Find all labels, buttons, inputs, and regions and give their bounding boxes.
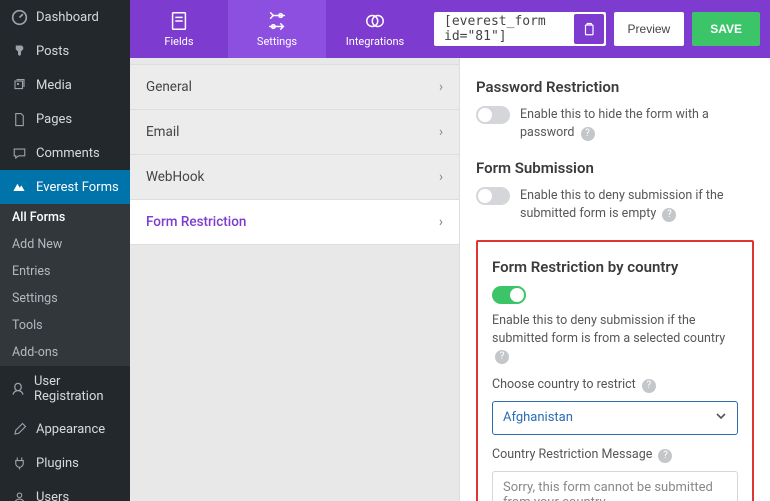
settings-nav-webhook[interactable]: WebHook › [130, 154, 459, 200]
fields-icon [168, 10, 190, 32]
sidebar-label: Comments [36, 146, 100, 161]
comment-icon [10, 144, 28, 162]
submenu-all-forms[interactable]: All Forms [0, 204, 130, 231]
media-icon [10, 76, 28, 94]
sidebar-label: Plugins [36, 456, 79, 471]
tab-label: Integrations [346, 35, 404, 48]
password-restriction-title: Password Restriction [476, 78, 754, 96]
everest-icon [10, 178, 28, 196]
save-button[interactable]: SAVE [692, 12, 760, 46]
page-icon [10, 110, 28, 128]
shortcode-display[interactable]: [everest_form id="81"] [434, 12, 606, 46]
builder-topbar: Fields Settings Integrations [everest_fo… [130, 0, 770, 58]
sidebar-item-users[interactable]: Users [0, 480, 130, 501]
help-icon[interactable]: ? [642, 379, 656, 393]
country-message-label: Country Restriction Message [492, 447, 652, 462]
tab-label: Settings [257, 35, 297, 48]
brush-icon [10, 420, 28, 438]
user-icon [10, 488, 28, 501]
help-icon[interactable]: ? [581, 127, 595, 141]
settings-nav-label: General [146, 79, 192, 95]
country-restriction-desc: Enable this to deny submission if the su… [492, 313, 725, 346]
country-select-label: Choose country to restrict [492, 377, 636, 392]
settings-icon [266, 10, 288, 32]
help-icon[interactable]: ? [662, 208, 676, 222]
sidebar-item-user-registration[interactable]: User Registration [0, 366, 130, 412]
submenu-addons[interactable]: Add-ons [0, 339, 130, 366]
country-select-value: Afghanistan [503, 410, 573, 425]
settings-nav-email[interactable]: Email › [130, 109, 459, 155]
help-icon[interactable]: ? [658, 449, 672, 463]
chevron-down-icon [715, 410, 727, 426]
country-select[interactable]: Afghanistan [492, 401, 738, 435]
settings-subnav: General › Email › WebHook › Form Restrictio… [130, 58, 460, 501]
sidebar-submenu: All Forms Add New Entries Settings Tools… [0, 204, 130, 366]
form-restriction-country-section: Form Restriction by country Enable this … [476, 240, 754, 501]
sidebar-label: Everest Forms [36, 180, 119, 195]
help-icon[interactable]: ? [495, 350, 509, 364]
sidebar-label: Dashboard [36, 10, 99, 25]
form-submission-title: Form Submission [476, 159, 754, 177]
sidebar-item-pages[interactable]: Pages [0, 102, 130, 136]
settings-nav-label: Form Restriction [146, 214, 246, 230]
sidebar-item-everest-forms[interactable]: Everest Forms [0, 170, 130, 204]
sidebar-label: Appearance [36, 422, 105, 437]
settings-nav-form-restriction[interactable]: Form Restriction › [130, 199, 459, 245]
tab-integrations[interactable]: Integrations [326, 0, 424, 58]
wp-admin-sidebar: Dashboard Posts Media Pages Comments Eve… [0, 0, 130, 501]
form-submission-desc: Enable this to deny submission if the su… [520, 188, 723, 221]
sidebar-item-plugins[interactable]: Plugins [0, 446, 130, 480]
preview-button[interactable]: Preview [614, 12, 685, 46]
settings-nav-general[interactable]: General › [130, 64, 459, 110]
submenu-tools[interactable]: Tools [0, 312, 130, 339]
country-restriction-toggle[interactable] [492, 286, 526, 304]
tab-fields[interactable]: Fields [130, 0, 228, 58]
password-restriction-desc: Enable this to hide the form with a pass… [520, 107, 709, 140]
dashboard-icon [10, 8, 28, 26]
plug-icon [10, 454, 28, 472]
user-reg-icon [10, 380, 26, 398]
sidebar-label: Users [36, 490, 69, 501]
shortcode-text: [everest_form id="81"] [444, 14, 596, 44]
sidebar-item-comments[interactable]: Comments [0, 136, 130, 170]
settings-panel: Password Restriction Enable this to hide… [460, 58, 770, 501]
main-area: Fields Settings Integrations [everest_fo… [130, 0, 770, 501]
password-restriction-toggle[interactable] [476, 106, 510, 124]
form-submission-toggle[interactable] [476, 187, 510, 205]
chevron-right-icon: › [439, 214, 443, 230]
sidebar-item-appearance[interactable]: Appearance [0, 412, 130, 446]
copy-shortcode-button[interactable] [574, 14, 604, 44]
chevron-right-icon: › [439, 169, 443, 185]
pin-icon [10, 42, 28, 60]
settings-nav-label: Email [146, 124, 179, 140]
sidebar-item-media[interactable]: Media [0, 68, 130, 102]
submenu-entries[interactable]: Entries [0, 258, 130, 285]
tab-settings[interactable]: Settings [228, 0, 326, 58]
submenu-add-new[interactable]: Add New [0, 231, 130, 258]
settings-nav-label: WebHook [146, 169, 204, 185]
sidebar-label: User Registration [34, 374, 120, 404]
country-restriction-title: Form Restriction by country [492, 258, 738, 276]
chevron-right-icon: › [439, 79, 443, 95]
submenu-settings[interactable]: Settings [0, 285, 130, 312]
sidebar-label: Media [36, 78, 72, 93]
country-message-textarea[interactable] [492, 471, 738, 501]
sidebar-label: Pages [36, 112, 72, 127]
sidebar-item-dashboard[interactable]: Dashboard [0, 0, 130, 34]
tab-label: Fields [164, 35, 193, 48]
sidebar-item-posts[interactable]: Posts [0, 34, 130, 68]
sidebar-label: Posts [36, 44, 69, 59]
integrations-icon [364, 10, 386, 32]
chevron-right-icon: › [439, 124, 443, 140]
